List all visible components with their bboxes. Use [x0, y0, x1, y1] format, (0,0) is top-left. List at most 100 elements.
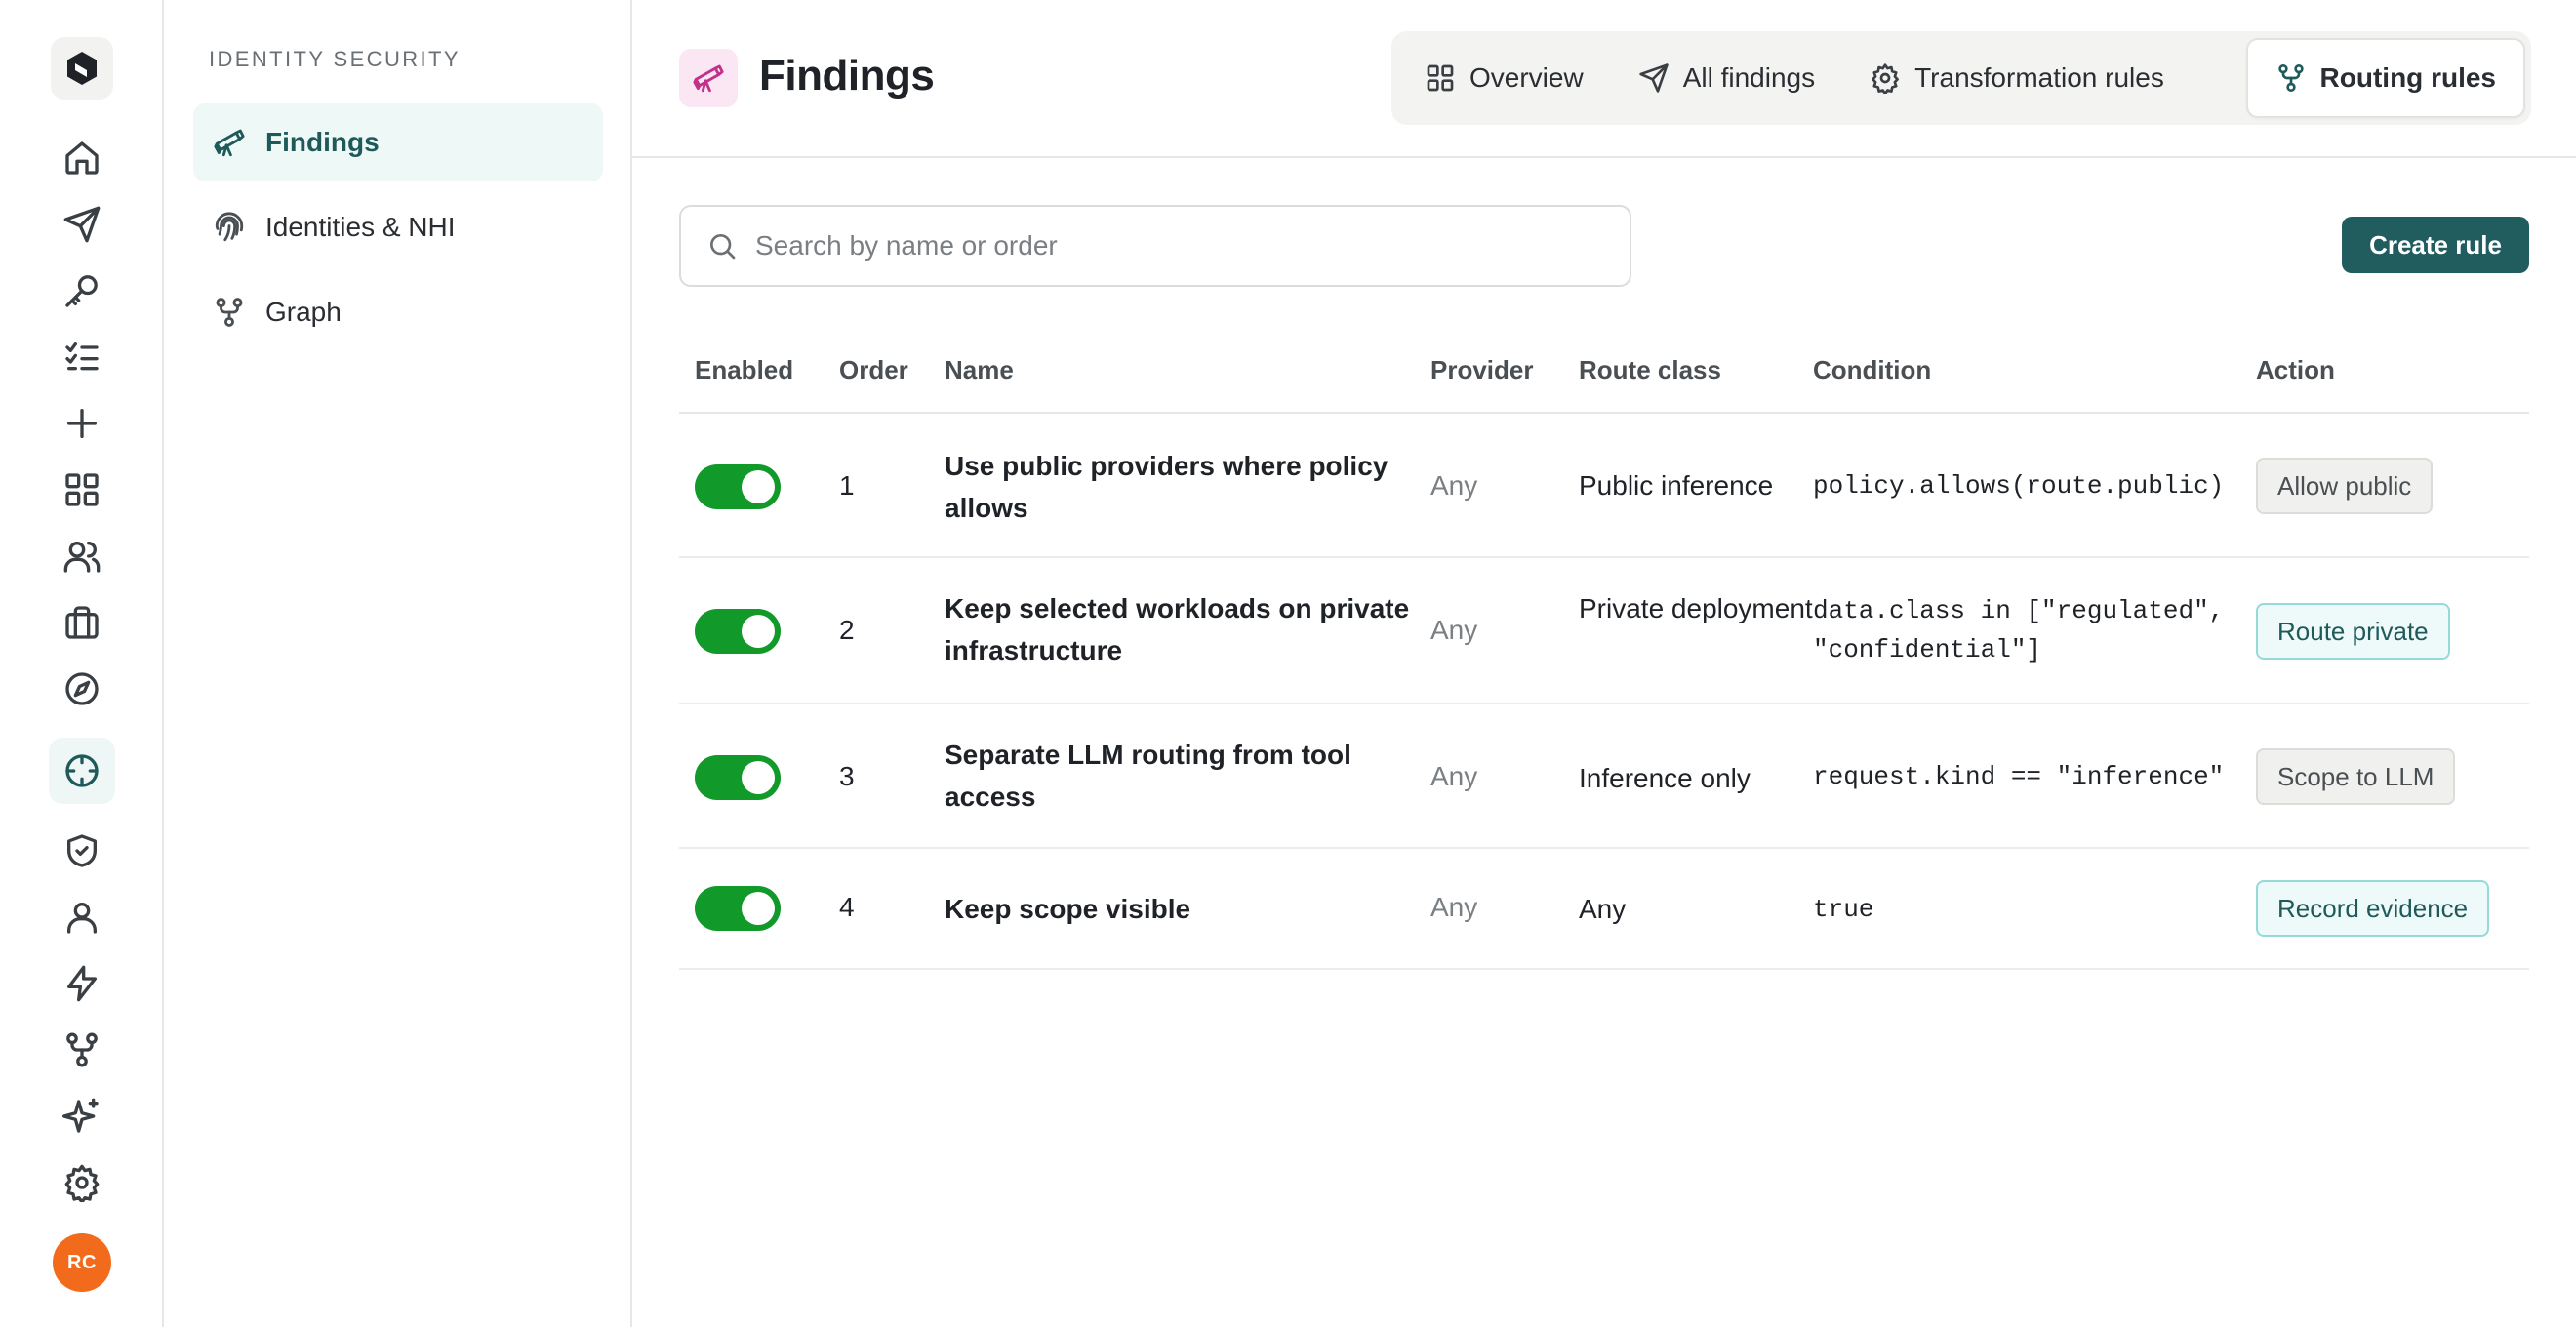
- column-header-order[interactable]: Order: [839, 355, 908, 385]
- condition-cell: data.class in ["regulated", "confidentia…: [1813, 596, 2225, 664]
- order-cell: 4: [839, 892, 855, 922]
- app-logo[interactable]: [51, 37, 113, 100]
- rail-home-button[interactable]: [49, 125, 115, 191]
- nav-item-findings[interactable]: Findings: [193, 103, 603, 181]
- provider-cell: Any: [1430, 470, 1478, 501]
- page-icon: [679, 49, 738, 107]
- search-box[interactable]: [679, 205, 1631, 287]
- tab-label: All findings: [1682, 62, 1816, 93]
- rule-name[interactable]: Separate LLM routing from tool access: [945, 734, 1432, 818]
- rule-name[interactable]: Keep scope visible: [945, 888, 1432, 930]
- tab-transformation-rules[interactable]: Transformation rules: [1842, 38, 2192, 118]
- enabled-toggle[interactable]: [695, 886, 781, 931]
- gear-icon: [1872, 63, 1899, 94]
- action-badge[interactable]: Record evidence: [2256, 880, 2490, 937]
- column-header-enabled[interactable]: Enabled: [695, 355, 793, 385]
- home-icon: [65, 141, 99, 175]
- column-header-condition[interactable]: Condition: [1813, 355, 1931, 385]
- enabled-toggle[interactable]: [695, 755, 781, 800]
- graph-icon: [216, 298, 243, 327]
- user-avatar[interactable]: RC: [53, 1233, 111, 1292]
- enabled-toggle[interactable]: [695, 609, 781, 654]
- column-header-name[interactable]: Name: [945, 355, 1014, 385]
- grid-icon: [65, 473, 99, 506]
- gear-icon: [64, 1164, 100, 1202]
- send-icon: [1639, 63, 1669, 93]
- send-icon: [63, 206, 101, 243]
- rail-key-button[interactable]: [49, 258, 115, 324]
- nav-item-label: Findings: [265, 127, 380, 157]
- condition-cell: request.kind == "inference": [1813, 762, 2225, 791]
- table-row[interactable]: 2 Keep selected workloads on private inf…: [679, 558, 2529, 704]
- icon-rail: RC: [0, 0, 164, 1327]
- rail-add-button[interactable]: [49, 390, 115, 457]
- page-header: Findings Overview All findings Transform…: [632, 0, 2576, 158]
- column-header-route-class[interactable]: Route class: [1579, 355, 1721, 385]
- briefcase-icon: [65, 606, 99, 639]
- nav-item-label: Identities & NHI: [265, 212, 456, 242]
- tab-routing-rules[interactable]: Routing rules: [2245, 38, 2525, 118]
- table-row[interactable]: 3 Separate LLM routing from tool access …: [679, 704, 2529, 849]
- main-content: Findings Overview All findings Transform…: [632, 0, 2576, 1327]
- rail-checklist-button[interactable]: [49, 324, 115, 390]
- tab-overview[interactable]: Overview: [1397, 38, 1611, 118]
- rule-name[interactable]: Use public providers where policy allows: [945, 445, 1432, 529]
- search-icon: [710, 234, 736, 260]
- users-icon: [63, 542, 101, 573]
- rail-users-button[interactable]: [49, 523, 115, 589]
- rail-apps-button[interactable]: [49, 457, 115, 523]
- rule-name[interactable]: Keep selected workloads on private infra…: [945, 587, 1432, 671]
- telescope-icon: [214, 129, 245, 157]
- tab-bar: Overview All findings Transformation rul…: [1391, 31, 2531, 125]
- table-header: Enabled Order Name Provider Route class …: [679, 332, 2529, 414]
- table-row[interactable]: 4 Keep scope visible Any Any true Record…: [679, 849, 2529, 970]
- routing-rules-table: Enabled Order Name Provider Route class …: [679, 332, 2529, 970]
- route-class-cell: Public inference: [1579, 470, 1774, 501]
- column-header-provider[interactable]: Provider: [1430, 355, 1534, 385]
- nav-section-label: IDENTITY SECURITY: [209, 47, 461, 71]
- rail-ai-button[interactable]: [49, 1083, 115, 1149]
- rail-shield-button[interactable]: [49, 818, 115, 884]
- git-fork-icon: [66, 1032, 98, 1067]
- checklist-icon: [65, 342, 99, 371]
- condition-cell: policy.allows(route.public): [1813, 471, 2225, 501]
- order-cell: 3: [839, 761, 855, 791]
- telescope-icon: [693, 64, 724, 93]
- rail-briefcase-button[interactable]: [49, 589, 115, 656]
- logo-icon: [67, 52, 97, 85]
- nav-item-identities[interactable]: Identities & NHI: [193, 188, 603, 266]
- action-badge[interactable]: Scope to LLM: [2256, 748, 2456, 805]
- page-title: Findings: [759, 52, 935, 100]
- route-class-cell: Private deployment: [1579, 593, 1813, 623]
- fingerprint-icon: [215, 212, 244, 242]
- rail-routing-button[interactable]: [49, 1017, 115, 1083]
- rail-settings-button[interactable]: [49, 1149, 115, 1216]
- create-rule-button[interactable]: Create rule: [2342, 217, 2529, 273]
- nav-item-graph[interactable]: Graph: [193, 273, 603, 351]
- column-header-action[interactable]: Action: [2256, 355, 2335, 385]
- rail-identity-security-button[interactable]: [49, 738, 115, 804]
- plus-icon: [67, 409, 98, 438]
- order-cell: 2: [839, 615, 855, 645]
- compass-icon: [65, 672, 99, 705]
- route-class-cell: Inference only: [1579, 763, 1751, 793]
- key-icon: [65, 275, 98, 307]
- secondary-nav: IDENTITY SECURITY Findings Identities & …: [164, 0, 632, 1327]
- action-badge[interactable]: Allow public: [2256, 458, 2434, 514]
- tab-label: Routing rules: [2319, 62, 2496, 93]
- action-badge[interactable]: Route private: [2256, 603, 2450, 660]
- nav-item-label: Graph: [265, 297, 342, 327]
- table-row[interactable]: 1 Use public providers where policy allo…: [679, 414, 2529, 558]
- tab-all-findings[interactable]: All findings: [1611, 38, 1842, 118]
- rail-automation-button[interactable]: [49, 950, 115, 1017]
- tab-label: Overview: [1469, 62, 1584, 93]
- crosshair-icon: [65, 754, 99, 787]
- search-input[interactable]: [755, 230, 1594, 261]
- rail-profile-button[interactable]: [49, 884, 115, 950]
- user-icon: [67, 903, 98, 934]
- provider-cell: Any: [1430, 761, 1478, 791]
- git-fork-icon: [2277, 64, 2304, 92]
- rail-send-button[interactable]: [49, 191, 115, 258]
- enabled-toggle[interactable]: [695, 464, 781, 509]
- rail-compass-button[interactable]: [49, 656, 115, 722]
